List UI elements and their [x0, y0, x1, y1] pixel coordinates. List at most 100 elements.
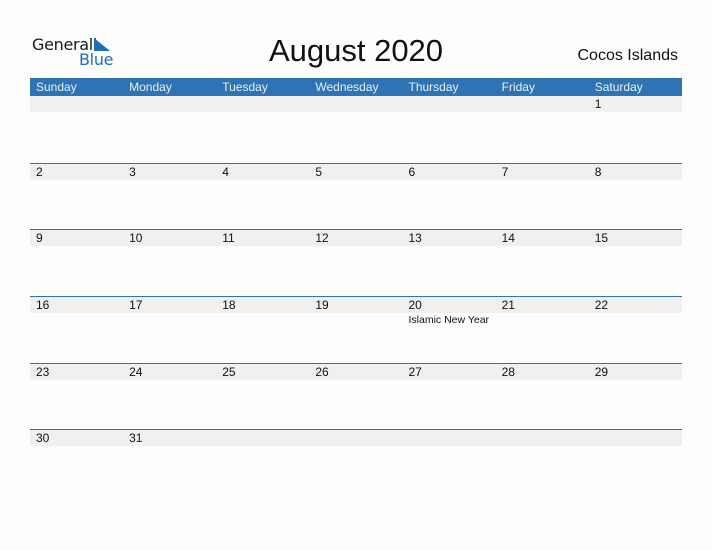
day-cell[interactable]: 9: [30, 230, 124, 247]
week-row: 9 10 11 12 13 14 15: [30, 229, 682, 296]
weekday-wednesday: Wednesday: [315, 80, 379, 94]
day-number: 30: [30, 430, 124, 447]
day-cell[interactable]: [402, 96, 496, 112]
day-cell[interactable]: [588, 430, 682, 447]
day-cell[interactable]: 20 Islamic New Year: [402, 297, 496, 327]
day-number: 29: [588, 363, 682, 380]
weeks-container: 1 2 3 4 5 6 7 8 9 10 11 12 13 14 15 16 17 18 19 20 Islamic N…: [30, 96, 682, 496]
day-cell[interactable]: 8: [588, 163, 682, 180]
day-cell[interactable]: 26: [309, 363, 403, 380]
day-cell[interactable]: 19: [309, 297, 403, 326]
day-cell[interactable]: 28: [495, 363, 589, 380]
day-cell[interactable]: 6: [402, 163, 496, 180]
week-cells: 1: [30, 96, 682, 112]
day-number: 6: [402, 163, 496, 180]
day-number: 3: [123, 163, 217, 180]
weekday-sunday: Sunday: [36, 80, 77, 94]
day-number: 13: [402, 230, 496, 247]
day-cell[interactable]: [309, 96, 403, 112]
day-cell[interactable]: 11: [216, 230, 310, 247]
day-number: 14: [495, 230, 589, 247]
day-number: 16: [30, 297, 124, 314]
day-cell[interactable]: [309, 430, 403, 447]
calendar-grid: Sunday Monday Tuesday Wednesday Thursday…: [30, 78, 682, 496]
weekday-monday: Monday: [129, 80, 172, 94]
day-number: 31: [123, 430, 217, 447]
day-cell[interactable]: 23: [30, 363, 124, 380]
week-row: 23 24 25 26 27 28 29: [30, 362, 682, 430]
day-number: [402, 430, 496, 447]
day-cell[interactable]: 15: [588, 230, 682, 247]
day-cell[interactable]: 17: [123, 297, 217, 326]
weekday-saturday: Saturday: [594, 80, 643, 94]
weekday-header: Sunday Monday Tuesday Wednesday Thursday…: [30, 78, 682, 96]
day-cell[interactable]: 16: [30, 297, 124, 326]
day-number: 19: [309, 297, 403, 314]
day-number: [495, 96, 589, 112]
country-name: Cocos Islands: [577, 47, 679, 64]
weekday-thursday: Thursday: [408, 80, 459, 94]
day-number: 20: [402, 297, 496, 314]
weekday-friday: Friday: [501, 80, 535, 94]
day-cell[interactable]: [30, 96, 124, 112]
day-cell[interactable]: 3: [123, 163, 217, 180]
day-number: 12: [309, 230, 403, 247]
day-number: 9: [30, 230, 124, 247]
day-number: [309, 430, 403, 447]
day-number: 2: [30, 163, 124, 180]
day-number: 26: [309, 363, 403, 380]
day-number: 5: [309, 163, 403, 180]
day-cell[interactable]: 21: [495, 297, 589, 326]
day-cell[interactable]: 24: [123, 363, 217, 380]
day-number: [402, 96, 496, 112]
week-cells: 2345678: [30, 163, 682, 180]
day-number: 15: [588, 230, 682, 247]
day-number: 11: [216, 230, 310, 247]
day-cell[interactable]: 10: [123, 230, 217, 247]
day-cell[interactable]: 7: [495, 163, 589, 180]
day-cell[interactable]: 22: [588, 297, 682, 326]
day-number: 23: [30, 363, 124, 380]
day-number: [123, 96, 217, 112]
day-number: 18: [216, 297, 310, 314]
day-number: 22: [588, 297, 682, 314]
day-cell[interactable]: 18: [216, 297, 310, 326]
day-cell[interactable]: 13: [402, 230, 496, 247]
day-cell[interactable]: [123, 96, 217, 112]
day-cell[interactable]: 12: [309, 230, 403, 247]
holiday-label: Islamic New Year: [408, 314, 490, 327]
day-cell[interactable]: 30: [30, 430, 124, 447]
day-number: 1: [588, 96, 682, 112]
day-number: [495, 430, 589, 447]
day-cell[interactable]: 27: [402, 363, 496, 380]
week-row: 30 31: [30, 429, 682, 496]
day-number: [588, 430, 682, 447]
week-cells: 30 31: [30, 430, 682, 447]
day-number: 17: [123, 297, 217, 314]
weekday-tuesday: Tuesday: [222, 80, 268, 94]
week-row: 2345678: [30, 162, 682, 230]
day-cell[interactable]: 31: [123, 430, 217, 447]
day-cell[interactable]: 5: [309, 163, 403, 180]
day-cell[interactable]: 25: [216, 363, 310, 380]
day-number: 24: [123, 363, 217, 380]
day-number: [309, 96, 403, 112]
week-cells: 9 10 11 12 13 14 15: [30, 230, 682, 247]
week-row: 16 17 18 19 20 Islamic New Year 21 22: [30, 296, 682, 363]
week-row: 1: [30, 96, 682, 163]
day-cell[interactable]: [216, 430, 310, 447]
day-cell[interactable]: [495, 430, 589, 447]
day-number: 28: [495, 363, 589, 380]
day-number: [216, 430, 310, 447]
day-cell[interactable]: 29: [588, 363, 682, 380]
day-cell[interactable]: 4: [216, 163, 310, 180]
day-cell[interactable]: 1: [588, 96, 682, 112]
day-cell[interactable]: [495, 96, 589, 112]
day-number: 7: [495, 163, 589, 180]
week-cells: 23 24 25 26 27 28 29: [30, 363, 682, 380]
day-cell[interactable]: [216, 96, 310, 112]
day-cell[interactable]: [402, 430, 496, 447]
day-number: [30, 96, 124, 112]
day-cell[interactable]: 14: [495, 230, 589, 247]
day-cell[interactable]: 2: [30, 163, 124, 180]
